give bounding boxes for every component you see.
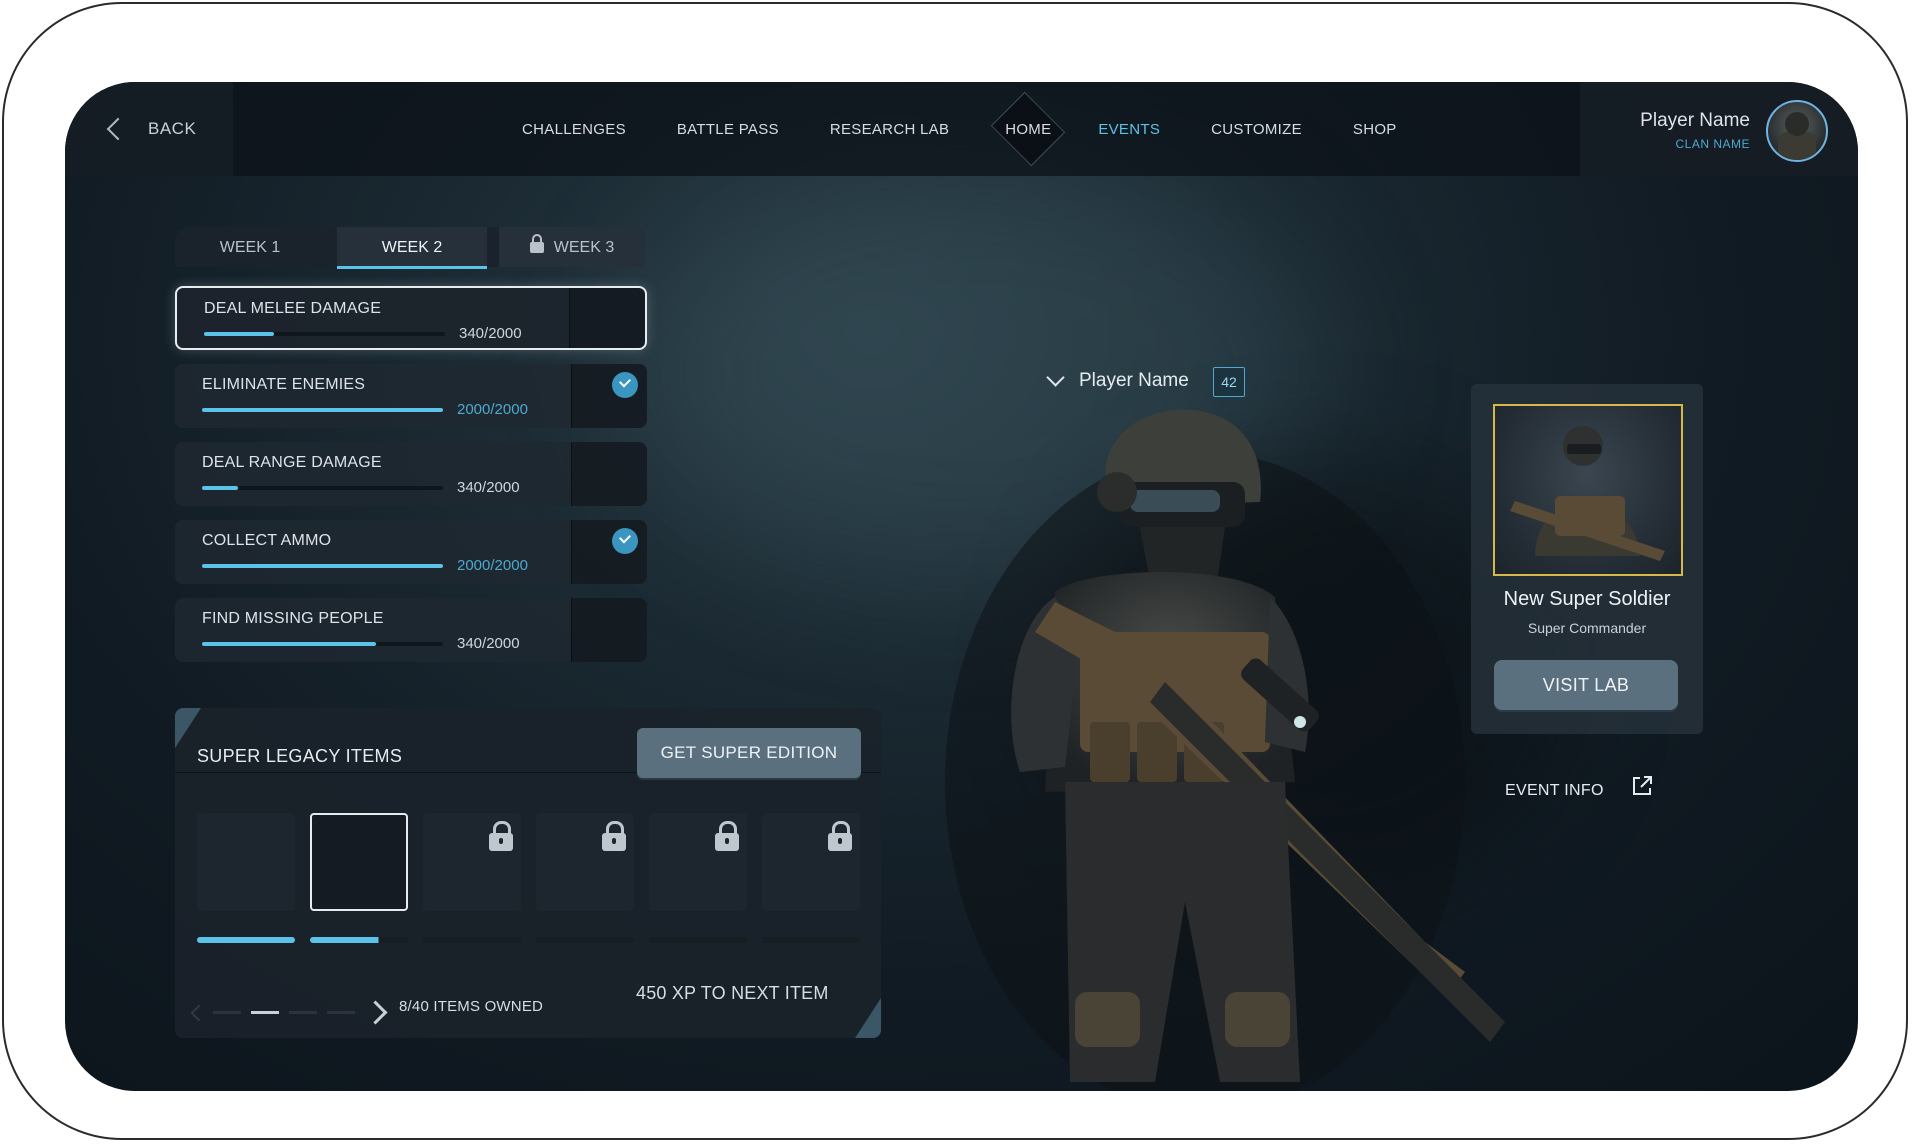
avatar-body <box>1778 132 1816 160</box>
challenge-status-box <box>571 364 647 428</box>
soldier-portrait[interactable] <box>1493 404 1683 576</box>
main-nav: CHALLENGES BATTLE PASS RESEARCH LAB HOME… <box>522 82 1448 176</box>
challenge-status-box <box>569 288 645 348</box>
game-screen: BACK CHALLENGES BATTLE PASS RESEARCH LAB… <box>65 82 1858 1091</box>
challenge-status-box <box>571 442 647 506</box>
challenge-progress-bar <box>202 642 443 646</box>
legacy-item-slot[interactable] <box>536 813 634 911</box>
tab-week-2[interactable]: WEEK 2 <box>337 227 487 269</box>
super-legacy-panel: SUPER LEGACY ITEMS GET SUPER EDITION 8/4… <box>175 708 881 1038</box>
nav-events[interactable]: EVENTS <box>1098 121 1160 138</box>
challenge-progress-bar <box>202 486 443 490</box>
challenge-progress-fill <box>204 332 274 336</box>
challenge-item[interactable]: DEAL MELEE DAMAGE 340/2000 <box>175 286 647 350</box>
challenge-progress-text: 340/2000 <box>457 479 520 496</box>
challenge-progress-text: 340/2000 <box>457 635 520 652</box>
checkmark-icon <box>612 372 638 398</box>
challenge-progress-fill <box>202 408 443 412</box>
item-progress-bar <box>536 937 634 943</box>
device-frame: BACK CHALLENGES BATTLE PASS RESEARCH LAB… <box>2 2 1908 1140</box>
challenge-progress-bar <box>204 332 445 336</box>
page-indicator[interactable] <box>251 1011 279 1014</box>
challenge-item[interactable]: ELIMINATE ENEMIES 2000/2000 <box>175 364 647 428</box>
page-indicator[interactable] <box>289 1011 317 1014</box>
nav-shop[interactable]: SHOP <box>1353 121 1397 138</box>
event-info-link[interactable]: EVENT INFO <box>1505 782 1604 800</box>
checkmark-icon <box>612 528 638 554</box>
nav-home[interactable]: HOME <box>990 91 1066 167</box>
corner-accent <box>855 998 881 1038</box>
legacy-item-slot[interactable] <box>423 813 521 911</box>
challenge-progress-bar <box>202 408 443 412</box>
xp-to-next-item: 450 XP TO NEXT ITEM <box>636 983 829 1003</box>
nav-research-lab[interactable]: RESEARCH LAB <box>830 121 949 138</box>
top-navigation-bar: BACK CHALLENGES BATTLE PASS RESEARCH LAB… <box>65 82 1858 176</box>
item-progress-bar <box>197 937 295 943</box>
tab-week-3-label: WEEK 3 <box>553 239 615 256</box>
item-progress-bar <box>762 937 860 943</box>
external-link-icon[interactable] <box>1630 774 1654 798</box>
back-label: BACK <box>148 119 197 138</box>
challenge-status-box <box>571 520 647 584</box>
avatar[interactable] <box>1766 100 1828 162</box>
challenge-title: COLLECT AMMO <box>202 532 332 549</box>
chevron-left-icon <box>106 117 130 141</box>
legacy-item-slot[interactable] <box>310 813 408 911</box>
challenge-progress-text: 340/2000 <box>459 325 522 342</box>
challenge-title: DEAL MELEE DAMAGE <box>204 300 382 317</box>
avatar-head <box>1785 112 1809 136</box>
item-progress-bar <box>423 937 521 943</box>
challenge-item[interactable]: FIND MISSING PEOPLE 340/2000 <box>175 598 647 662</box>
nav-challenges[interactable]: CHALLENGES <box>522 121 626 138</box>
nav-customize[interactable]: CUSTOMIZE <box>1211 121 1302 138</box>
challenge-progress-bar <box>202 564 443 568</box>
profile-player-name: Player Name <box>1640 110 1750 131</box>
tab-week-3[interactable]: WEEK 3 <box>499 227 645 267</box>
lock-icon <box>529 234 544 253</box>
page-indicator[interactable] <box>327 1011 355 1014</box>
tab-week-1[interactable]: WEEK 1 <box>175 227 325 267</box>
visit-lab-button[interactable]: VISIT LAB <box>1494 660 1678 710</box>
profile-panel[interactable]: Player Name CLAN NAME <box>1580 82 1858 176</box>
legacy-item-slot[interactable] <box>197 813 295 911</box>
items-owned-count: 8/40 ITEMS OWNED <box>399 998 544 1015</box>
card-soldier-name: New Super Soldier <box>1503 588 1671 610</box>
lock-icon <box>715 821 739 851</box>
challenge-progress-fill <box>202 642 376 646</box>
challenge-status-box <box>571 598 647 662</box>
back-button[interactable]: BACK <box>65 82 233 176</box>
profile-clan-name: CLAN NAME <box>1675 137 1750 151</box>
item-progress-bar <box>310 937 408 943</box>
chevron-right-icon[interactable] <box>363 1000 388 1025</box>
nav-battle-pass[interactable]: BATTLE PASS <box>677 121 779 138</box>
challenge-progress-text: 2000/2000 <box>457 557 528 574</box>
legacy-item-slot[interactable] <box>762 813 860 911</box>
challenge-progress-text: 2000/2000 <box>457 401 528 418</box>
challenge-item[interactable]: DEAL RANGE DAMAGE 340/2000 <box>175 442 647 506</box>
lock-icon <box>489 821 513 851</box>
chevron-left-icon[interactable] <box>190 1004 208 1021</box>
soldier-portrait-image <box>1510 426 1665 561</box>
get-super-edition-button[interactable]: GET SUPER EDITION <box>637 728 861 778</box>
challenge-title: DEAL RANGE DAMAGE <box>202 454 382 471</box>
page-indicator[interactable] <box>213 1011 241 1014</box>
soldier-card: New Super Soldier Super Commander VISIT … <box>1471 384 1703 734</box>
lock-icon <box>828 821 852 851</box>
legacy-item-slot[interactable] <box>649 813 747 911</box>
item-progress-bar <box>649 937 747 943</box>
challenge-progress-fill <box>202 564 443 568</box>
pager <box>190 1000 388 1025</box>
nav-home-label: HOME <box>1005 120 1052 138</box>
legacy-title: SUPER LEGACY ITEMS <box>197 746 403 766</box>
card-soldier-subtitle: Super Commander <box>1527 620 1647 636</box>
challenge-item[interactable]: COLLECT AMMO 2000/2000 <box>175 520 647 584</box>
lock-icon <box>602 821 626 851</box>
challenge-title: ELIMINATE ENEMIES <box>202 376 366 393</box>
week-tabs: WEEK 1 WEEK 2 WEEK 3 <box>175 227 645 269</box>
challenge-title: FIND MISSING PEOPLE <box>202 610 384 627</box>
challenge-progress-fill <box>202 486 239 490</box>
